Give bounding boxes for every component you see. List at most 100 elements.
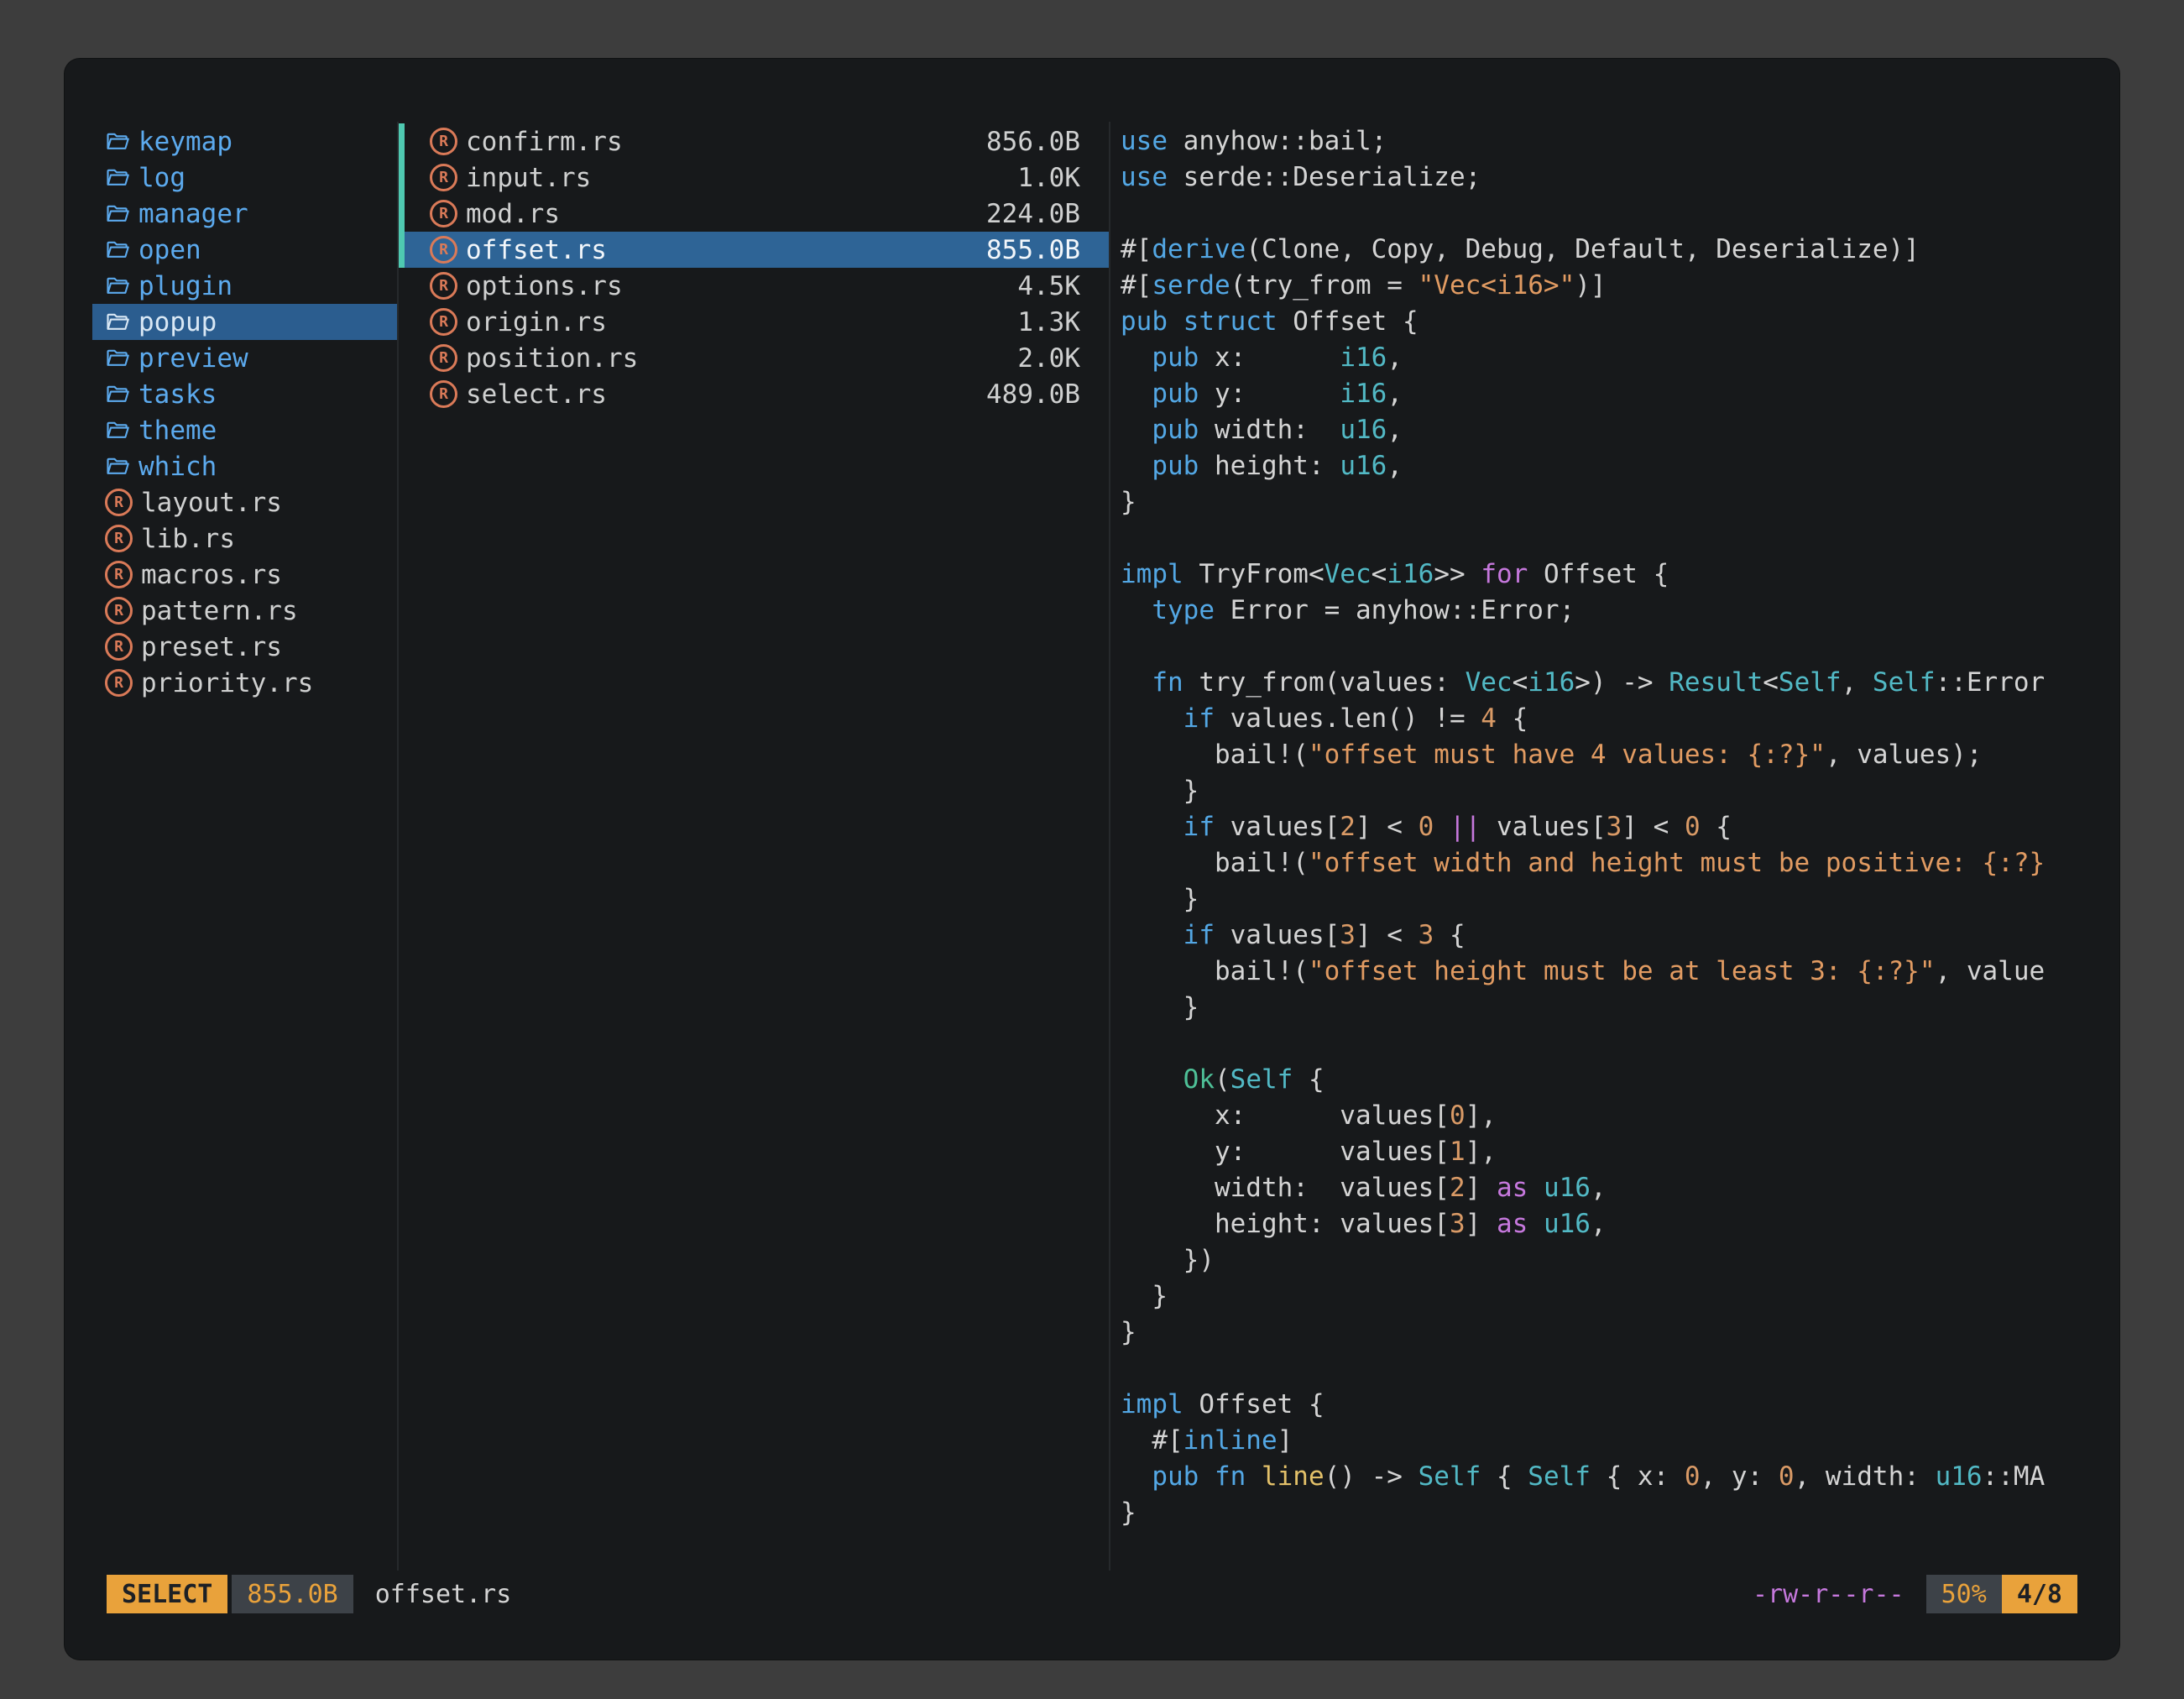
file-size: 856.0B xyxy=(986,127,1109,157)
folder-open-icon xyxy=(105,418,130,443)
code-line: fn try_from(values: Vec<i16>) -> Result<… xyxy=(1121,665,2118,701)
file-size: 1.3K xyxy=(1017,307,1109,337)
file-row-confirm-rs[interactable]: Rconfirm.rs 856.0B xyxy=(399,123,1109,159)
code-line: } xyxy=(1121,990,2118,1026)
file-name: position.rs xyxy=(466,343,638,374)
code-line: }) xyxy=(1121,1242,2118,1278)
sidebar: keymaplogmanager openpluginpopuppreviewta… xyxy=(92,123,397,701)
code-line: Ok(Self { xyxy=(1121,1062,2118,1098)
cursor-position-badge: 4/8 xyxy=(2002,1575,2077,1613)
file-name: options.rs xyxy=(466,271,623,301)
folder-open-icon xyxy=(105,165,130,191)
item-label: preview xyxy=(138,343,248,374)
sidebar-item-layout-rs[interactable]: Rlayout.rs xyxy=(92,484,397,520)
code-line: impl TryFrom<Vec<i16>> for Offset { xyxy=(1121,557,2118,593)
file-row-mod-rs[interactable]: Rmod.rs 224.0B xyxy=(399,196,1109,232)
item-label: layout.rs xyxy=(141,488,282,518)
item-label: manager xyxy=(138,199,248,229)
sidebar-item-preset-rs[interactable]: Rpreset.rs xyxy=(92,629,397,665)
sidebar-item-which[interactable]: which xyxy=(92,448,397,484)
folder-open-icon xyxy=(105,201,130,227)
code-line: bail!("offset width and height must be p… xyxy=(1121,845,2118,881)
code-line: type Error = anyhow::Error; xyxy=(1121,593,2118,629)
code-line: if values[2] < 0 || values[3] < 0 { xyxy=(1121,809,2118,845)
file-row-origin-rs[interactable]: Rorigin.rs 1.3K xyxy=(399,304,1109,340)
file-name: mod.rs xyxy=(466,199,560,229)
rust-file-icon: R xyxy=(105,525,133,552)
scroll-percent-badge: 50% xyxy=(1926,1575,2002,1613)
rust-file-icon: R xyxy=(430,236,457,264)
code-preview: use anyhow::bail;use serde::Deserialize;… xyxy=(1110,123,2118,1531)
file-row-input-rs[interactable]: Rinput.rs1.0K xyxy=(399,159,1109,196)
file-size-badge: 855.0B xyxy=(232,1575,353,1613)
sidebar-item-priority-rs[interactable]: Rpriority.rs xyxy=(92,665,397,701)
rust-file-icon: R xyxy=(105,633,133,661)
file-row-options-rs[interactable]: Roptions.rs4.5K xyxy=(399,268,1109,304)
rust-file-icon: R xyxy=(430,128,457,155)
code-line: pub struct Offset { xyxy=(1121,304,2118,340)
code-line xyxy=(1121,1026,2118,1062)
rust-file-icon: R xyxy=(430,272,457,300)
status-filename: offset.rs xyxy=(375,1580,512,1609)
sidebar-item-popup[interactable]: popup xyxy=(92,304,397,340)
code-line: } xyxy=(1121,1315,2118,1351)
rust-file-icon: R xyxy=(430,380,457,408)
sidebar-item-lib-rs[interactable]: Rlib.rs xyxy=(92,520,397,557)
sidebar-item-open[interactable]: open xyxy=(92,232,397,268)
file-row-position-rs[interactable]: Rposition.rs 2.0K xyxy=(399,340,1109,376)
rust-file-icon: R xyxy=(430,308,457,336)
item-label: pattern.rs xyxy=(141,596,298,626)
code-line: } xyxy=(1121,773,2118,809)
preview-pane: use anyhow::bail;use serde::Deserialize;… xyxy=(1110,123,2118,1572)
code-line: if values.len() != 4 { xyxy=(1121,701,2118,737)
sidebar-item-plugin[interactable]: plugin xyxy=(92,268,397,304)
file-row-offset-rs[interactable]: Roffset.rs855.0B xyxy=(399,232,1109,268)
folder-open-icon xyxy=(105,454,130,479)
code-line xyxy=(1121,629,2118,665)
file-name: origin.rs xyxy=(466,307,607,337)
code-line: pub fn line() -> Self { Self { x: 0, y: … xyxy=(1121,1459,2118,1495)
rust-file-icon: R xyxy=(105,489,133,516)
rust-file-icon: R xyxy=(105,669,133,697)
folder-open-icon xyxy=(105,129,130,154)
file-size: 2.0K xyxy=(1017,343,1109,374)
sidebar-item-manager[interactable]: manager xyxy=(92,196,397,232)
file-row-select-rs[interactable]: Rselect.rs489.0B xyxy=(399,376,1109,412)
rust-file-icon: R xyxy=(430,344,457,372)
item-label: macros.rs xyxy=(141,560,282,590)
item-label: lib.rs xyxy=(141,524,235,554)
code-line xyxy=(1121,196,2118,232)
code-line: } xyxy=(1121,881,2118,917)
code-line: pub x: i16, xyxy=(1121,340,2118,376)
file-name: confirm.rs xyxy=(466,127,623,157)
sidebar-item-keymap[interactable]: keymap xyxy=(92,123,397,159)
selection-mark xyxy=(399,304,405,340)
item-label: keymap xyxy=(138,127,233,157)
sidebar-item-preview[interactable]: preview xyxy=(92,340,397,376)
file-size: 224.0B xyxy=(986,199,1109,229)
item-label: which xyxy=(138,452,217,482)
folder-open-icon xyxy=(105,238,130,263)
sidebar-item-macros-rs[interactable]: Rmacros.rs xyxy=(92,557,397,593)
rust-file-icon: R xyxy=(430,200,457,227)
sidebar-item-theme[interactable]: theme xyxy=(92,412,397,448)
item-label: theme xyxy=(138,416,217,446)
file-list: Rconfirm.rs 856.0BRinput.rs1.0K Rmod.rs 224… xyxy=(399,123,1109,412)
item-label: open xyxy=(138,235,201,265)
rust-file-icon: R xyxy=(105,597,133,625)
sidebar-item-log[interactable]: log xyxy=(92,159,397,196)
code-line: use anyhow::bail; xyxy=(1121,123,2118,159)
file-size: 855.0B xyxy=(986,235,1109,265)
sidebar-item-tasks[interactable]: tasks xyxy=(92,376,397,412)
code-line: #[derive(Clone, Copy, Debug, Default, De… xyxy=(1121,232,2118,268)
folder-open-icon xyxy=(105,382,130,407)
sidebar-item-pattern-rs[interactable]: Rpattern.rs xyxy=(92,593,397,629)
code-line: width: values[2] as u16, xyxy=(1121,1170,2118,1206)
code-line: impl Offset { xyxy=(1121,1387,2118,1423)
selection-mark xyxy=(399,340,405,376)
file-size: 1.0K xyxy=(1017,163,1109,193)
selection-mark xyxy=(399,376,405,412)
selection-mark xyxy=(399,268,405,304)
selection-mark xyxy=(399,232,405,268)
code-line: use serde::Deserialize; xyxy=(1121,159,2118,196)
